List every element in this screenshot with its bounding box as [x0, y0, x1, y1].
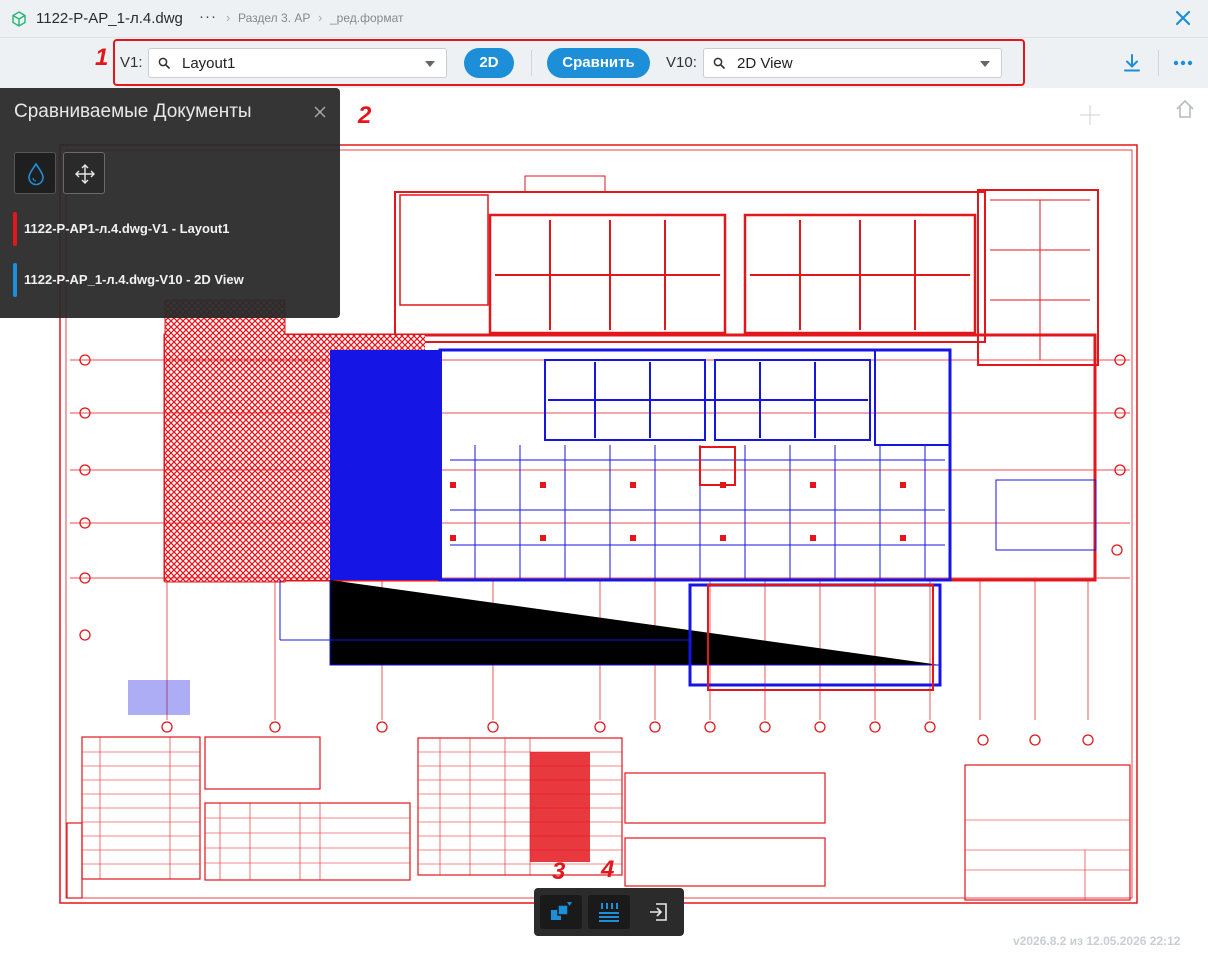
more-icon[interactable] — [1173, 60, 1193, 66]
annotation-marker-2: 2 — [358, 102, 372, 129]
overlay-button[interactable] — [540, 895, 582, 929]
overlay-icon — [551, 902, 572, 920]
chevron-down-icon — [425, 61, 435, 67]
close-icon[interactable] — [313, 105, 327, 119]
opacity-mode-button[interactable] — [14, 152, 56, 194]
v1-select[interactable]: Layout1 — [148, 48, 447, 78]
close-icon[interactable] — [1174, 9, 1192, 27]
document-row-v1[interactable]: 1122-Р-АР1-л.4.dwg-V1 - Layout1 — [13, 212, 333, 246]
chevron-down-icon — [980, 61, 990, 67]
exit-icon — [650, 903, 667, 921]
title-bar: 1122-Р-АР_1-л.4.dwg ··· › Раздел 3. АР ›… — [0, 0, 1208, 38]
side-by-side-button[interactable] — [588, 895, 630, 929]
toolbar-divider — [1158, 50, 1159, 76]
compare-toolbar: V1: Layout1 2D Сравнить V10: 2D View — [0, 38, 1208, 88]
move-mode-button[interactable] — [63, 152, 105, 194]
mode-2d-button[interactable]: 2D — [464, 48, 514, 78]
bottom-toolbar — [534, 888, 684, 936]
v10-select[interactable]: 2D View — [703, 48, 1002, 78]
download-icon[interactable] — [1122, 53, 1142, 73]
breadcrumb-item-folder[interactable]: _ред.формат — [330, 11, 403, 25]
search-icon — [713, 57, 725, 69]
version-label: v2026.8.2 из 12.05.2026 22:12 — [1013, 934, 1181, 948]
document-row-v10[interactable]: 1122-Р-АР_1-л.4.dwg-V10 - 2D View — [13, 263, 333, 297]
file-name: 1122-Р-АР_1-л.4.dwg — [36, 10, 183, 27]
breadcrumb-separator: › — [318, 10, 323, 25]
annotation-marker-4: 4 — [601, 856, 615, 883]
toolbar-divider — [531, 50, 532, 76]
annotation-marker-3: 3 — [552, 858, 566, 885]
cube-icon — [12, 11, 26, 27]
document-color-indicator — [13, 263, 17, 297]
breadcrumb-item-section[interactable]: Раздел 3. АР — [238, 11, 310, 25]
annotation-marker-1: 1 — [95, 44, 109, 71]
document-label: 1122-Р-АР1-л.4.dwg-V1 - Layout1 — [24, 221, 230, 236]
document-color-indicator — [13, 212, 17, 246]
breadcrumb-separator: › — [226, 10, 231, 25]
panel-title: Сравниваемые Документы — [14, 101, 252, 122]
v1-select-value: Layout1 — [182, 55, 236, 72]
v1-label: V1: — [120, 54, 143, 71]
list-icon — [599, 903, 619, 922]
compare-button[interactable]: Сравнить — [547, 48, 650, 78]
search-icon — [158, 57, 170, 69]
v10-select-value: 2D View — [737, 55, 793, 72]
move-icon — [75, 164, 95, 184]
document-label: 1122-Р-АР_1-л.4.dwg-V10 - 2D View — [24, 272, 244, 287]
drop-icon — [28, 162, 44, 186]
compare-documents-panel: Сравниваемые Документы 1122-Р-АР1-л.4.dw… — [0, 88, 340, 318]
home-icon[interactable] — [1174, 98, 1196, 120]
app-root: 1122-Р-АР_1-л.4.dwg ··· › Раздел 3. АР ›… — [0, 0, 1208, 953]
exit-compare-button[interactable] — [637, 895, 679, 929]
title-more-button[interactable]: ··· — [199, 8, 217, 25]
v10-label: V10: — [666, 54, 697, 71]
